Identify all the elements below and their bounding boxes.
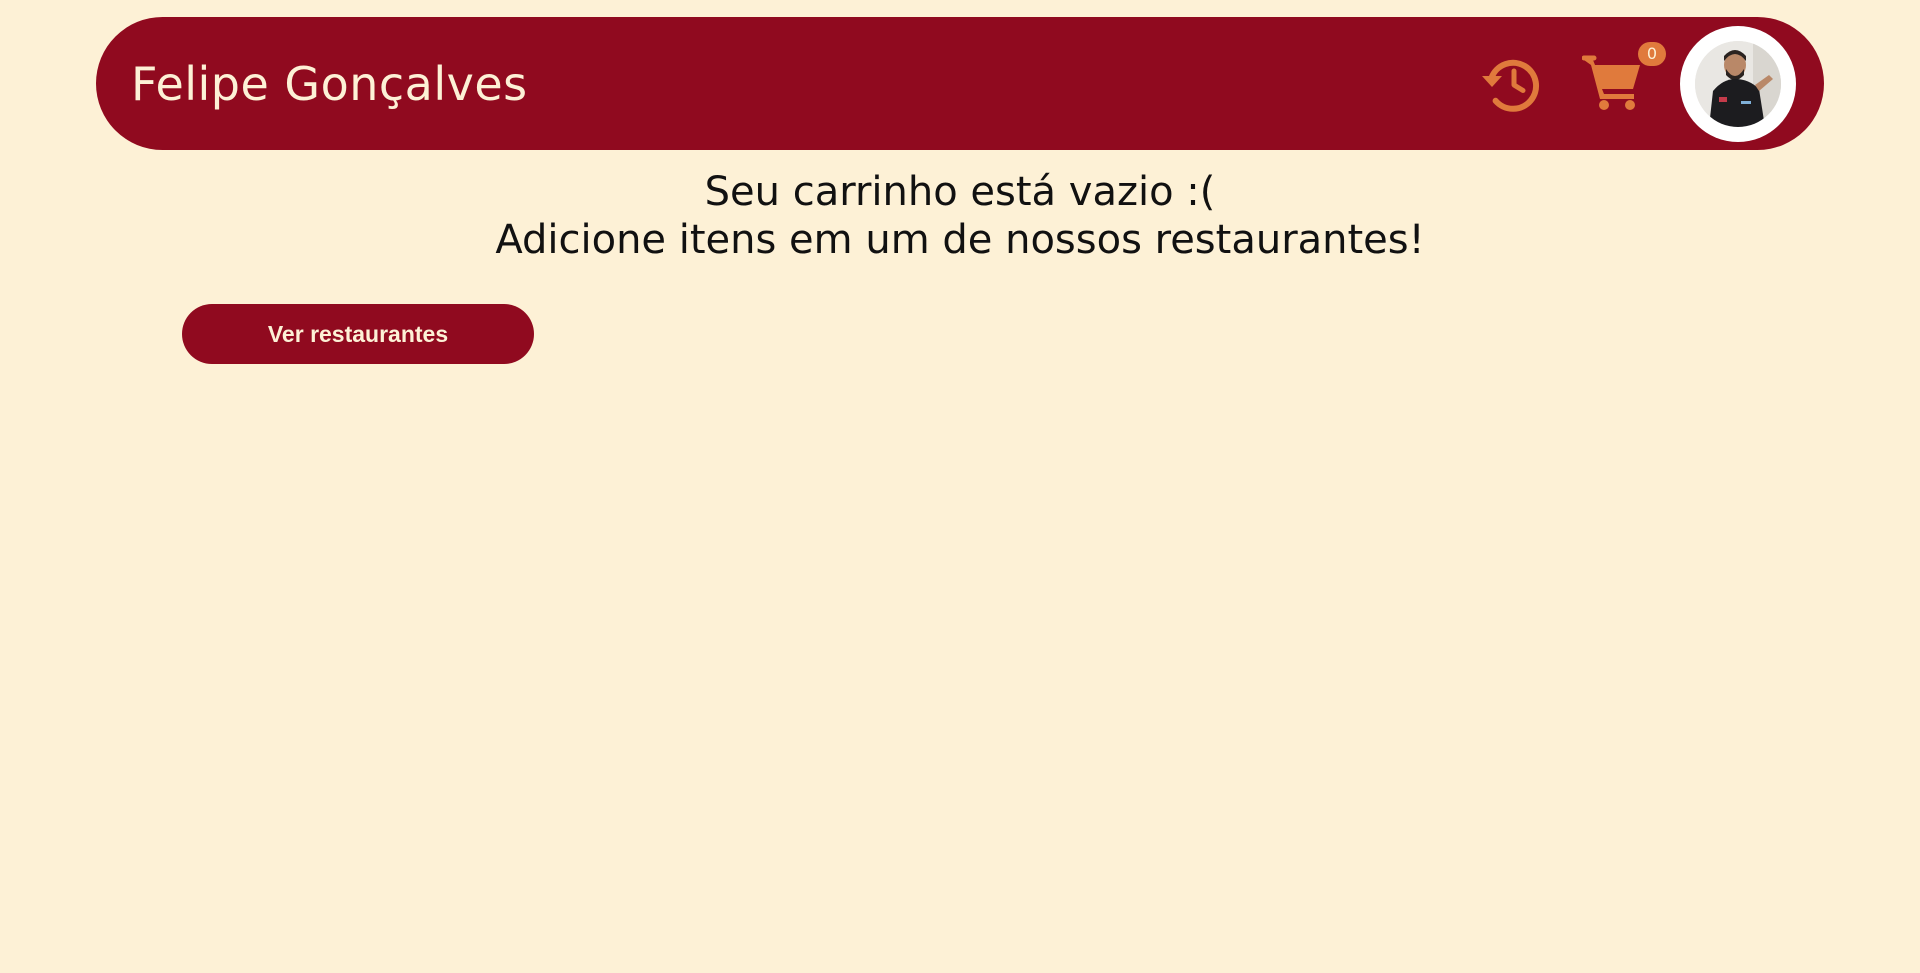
avatar	[1695, 41, 1781, 127]
shopping-cart-icon	[1581, 55, 1640, 110]
cart-button[interactable]	[1581, 55, 1644, 111]
empty-cart-line-2: Adicione itens em um de nossos restauran…	[495, 217, 1425, 263]
cart-count-badge: 0	[1638, 42, 1666, 66]
user-name: Felipe Gonçalves	[131, 56, 528, 111]
top-header: Felipe Gonçalves 0	[96, 17, 1824, 150]
empty-cart-line-1: Seu carrinho está vazio :(	[704, 169, 1216, 215]
history-button[interactable]	[1482, 53, 1544, 115]
cart-page: Felipe Gonçalves 0 Seu carrinho está vaz…	[0, 0, 1920, 973]
profile-avatar-button[interactable]	[1680, 26, 1796, 142]
empty-cart-message: Seu carrinho está vazio :( Adicione iten…	[0, 168, 1920, 264]
history-clock-icon	[1482, 59, 1540, 112]
see-restaurants-button[interactable]: Ver restaurantes	[182, 304, 534, 364]
user-photo-icon	[1695, 41, 1781, 127]
